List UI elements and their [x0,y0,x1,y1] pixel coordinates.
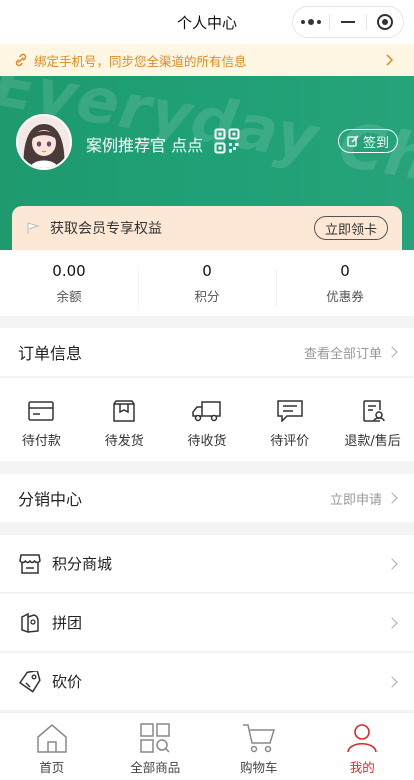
qrcode-icon[interactable] [214,128,240,154]
close-button[interactable] [367,7,403,37]
distribution-header[interactable]: 分销中心 立即申请 [0,474,414,522]
coupons-label: 优惠券 [326,288,364,304]
user-icon [347,724,378,753]
chevron-right-icon [386,54,394,66]
group-icon [21,612,39,633]
bottom-tab-bar: 首页 全部商品 购物车 我的 [0,712,414,780]
bind-phone-notice[interactable]: 绑定手机号，同步您全渠道的所有信息 [0,44,414,76]
balance-label: 余额 [56,288,82,304]
order-refund-aftersale-label: 退款/售后 [344,434,401,449]
tab-cart-label: 购物车 [239,760,278,775]
order-pending-receipt-label: 待收货 [187,434,227,449]
signin-label: 签到 [362,135,389,151]
order-pending-review[interactable]: 待评价 [248,378,331,461]
balance-value: 0.00 [52,261,86,280]
tab-mine-label: 我的 [349,760,375,775]
points-label: 积分 [194,288,220,304]
username: 案例推荐官 点点 [86,136,204,155]
avatar[interactable] [16,114,72,170]
top-bar: 个人中心 [0,0,414,44]
stat-coupons[interactable]: 0 优惠券 [276,261,414,306]
cart-icon [242,724,275,753]
order-pending-review-label: 待评价 [270,434,310,449]
menu-group-buy[interactable]: 拼团 [0,594,414,652]
chevron-right-icon [386,492,398,504]
package-icon [113,400,135,422]
chevron-right-icon [386,616,398,629]
tab-mine[interactable]: 我的 [311,713,414,780]
account-stats: 0.00 余额 0 积分 0 优惠券 [0,250,414,316]
signin-button[interactable]: 签到 [337,129,398,153]
distribution-title: 分销中心 [18,490,83,509]
link-icon [15,53,27,67]
points-value: 0 [202,261,212,280]
order-pending-shipment-label: 待发货 [104,434,144,449]
order-pending-shipment[interactable]: 待发货 [83,378,166,461]
order-pending-payment-label: 待付款 [21,434,61,449]
vip-text: 获取会员专享权益 [50,221,162,237]
orders-title: 订单信息 [18,344,83,363]
chevron-right-icon [386,557,398,570]
more-dots-icon [301,19,321,25]
flag-icon [27,222,40,234]
card-icon [28,401,55,421]
edit-icon [347,135,359,147]
order-refund-aftersale[interactable]: 退款/售后 [331,378,414,461]
menu-bargain[interactable]: 砍价 [0,653,414,711]
mini-program-capsule [292,6,404,38]
tab-home-label: 首页 [39,760,65,775]
menu-bargain-label: 砍价 [52,673,83,691]
menu-points-mall-label: 积分商城 [52,555,113,573]
minimize-button[interactable] [330,7,366,37]
home-icon [37,724,67,753]
chevron-right-icon [386,675,398,688]
get-card-button[interactable]: 立即领卡 [313,216,388,240]
menu-group-buy-label: 拼团 [52,614,83,632]
target-icon [377,14,393,30]
view-all-orders-link[interactable]: 查看全部订单 [304,343,382,362]
profile-header: Everyday Chain 案例推荐官 点点 签到 获取会员专享权益 立即领卡 [0,76,414,250]
minus-icon [341,21,355,23]
menu-points-mall[interactable]: 积分商城 [0,535,414,593]
coupons-value: 0 [340,261,350,280]
stat-balance[interactable]: 0.00 余额 [0,262,138,305]
tag-icon [19,670,41,693]
order-status-row: 待付款 待发货 待收货 待评价 退款/售后 [0,377,414,461]
tab-home[interactable]: 首页 [0,713,104,780]
order-pending-receipt[interactable]: 待收货 [166,378,249,461]
chevron-right-icon [386,346,398,358]
tab-all-products-label: 全部商品 [130,760,181,775]
vip-card-banner[interactable]: 获取会员专享权益 立即领卡 [12,206,402,250]
order-pending-payment[interactable]: 待付款 [0,378,83,461]
apply-now-link[interactable]: 立即申请 [330,489,382,508]
truck-icon [192,401,221,422]
notice-text: 绑定手机号，同步您全渠道的所有信息 [34,53,247,69]
tab-all-products[interactable]: 全部商品 [104,713,208,780]
refund-icon [362,400,385,422]
tab-cart[interactable]: 购物车 [207,713,311,780]
comment-icon [277,400,303,422]
more-button[interactable] [293,7,329,37]
orders-header[interactable]: 订单信息 查看全部订单 [0,328,414,376]
store-icon [19,553,41,574]
grid-icon [140,723,170,753]
stat-points[interactable]: 0 积分 [138,261,276,306]
